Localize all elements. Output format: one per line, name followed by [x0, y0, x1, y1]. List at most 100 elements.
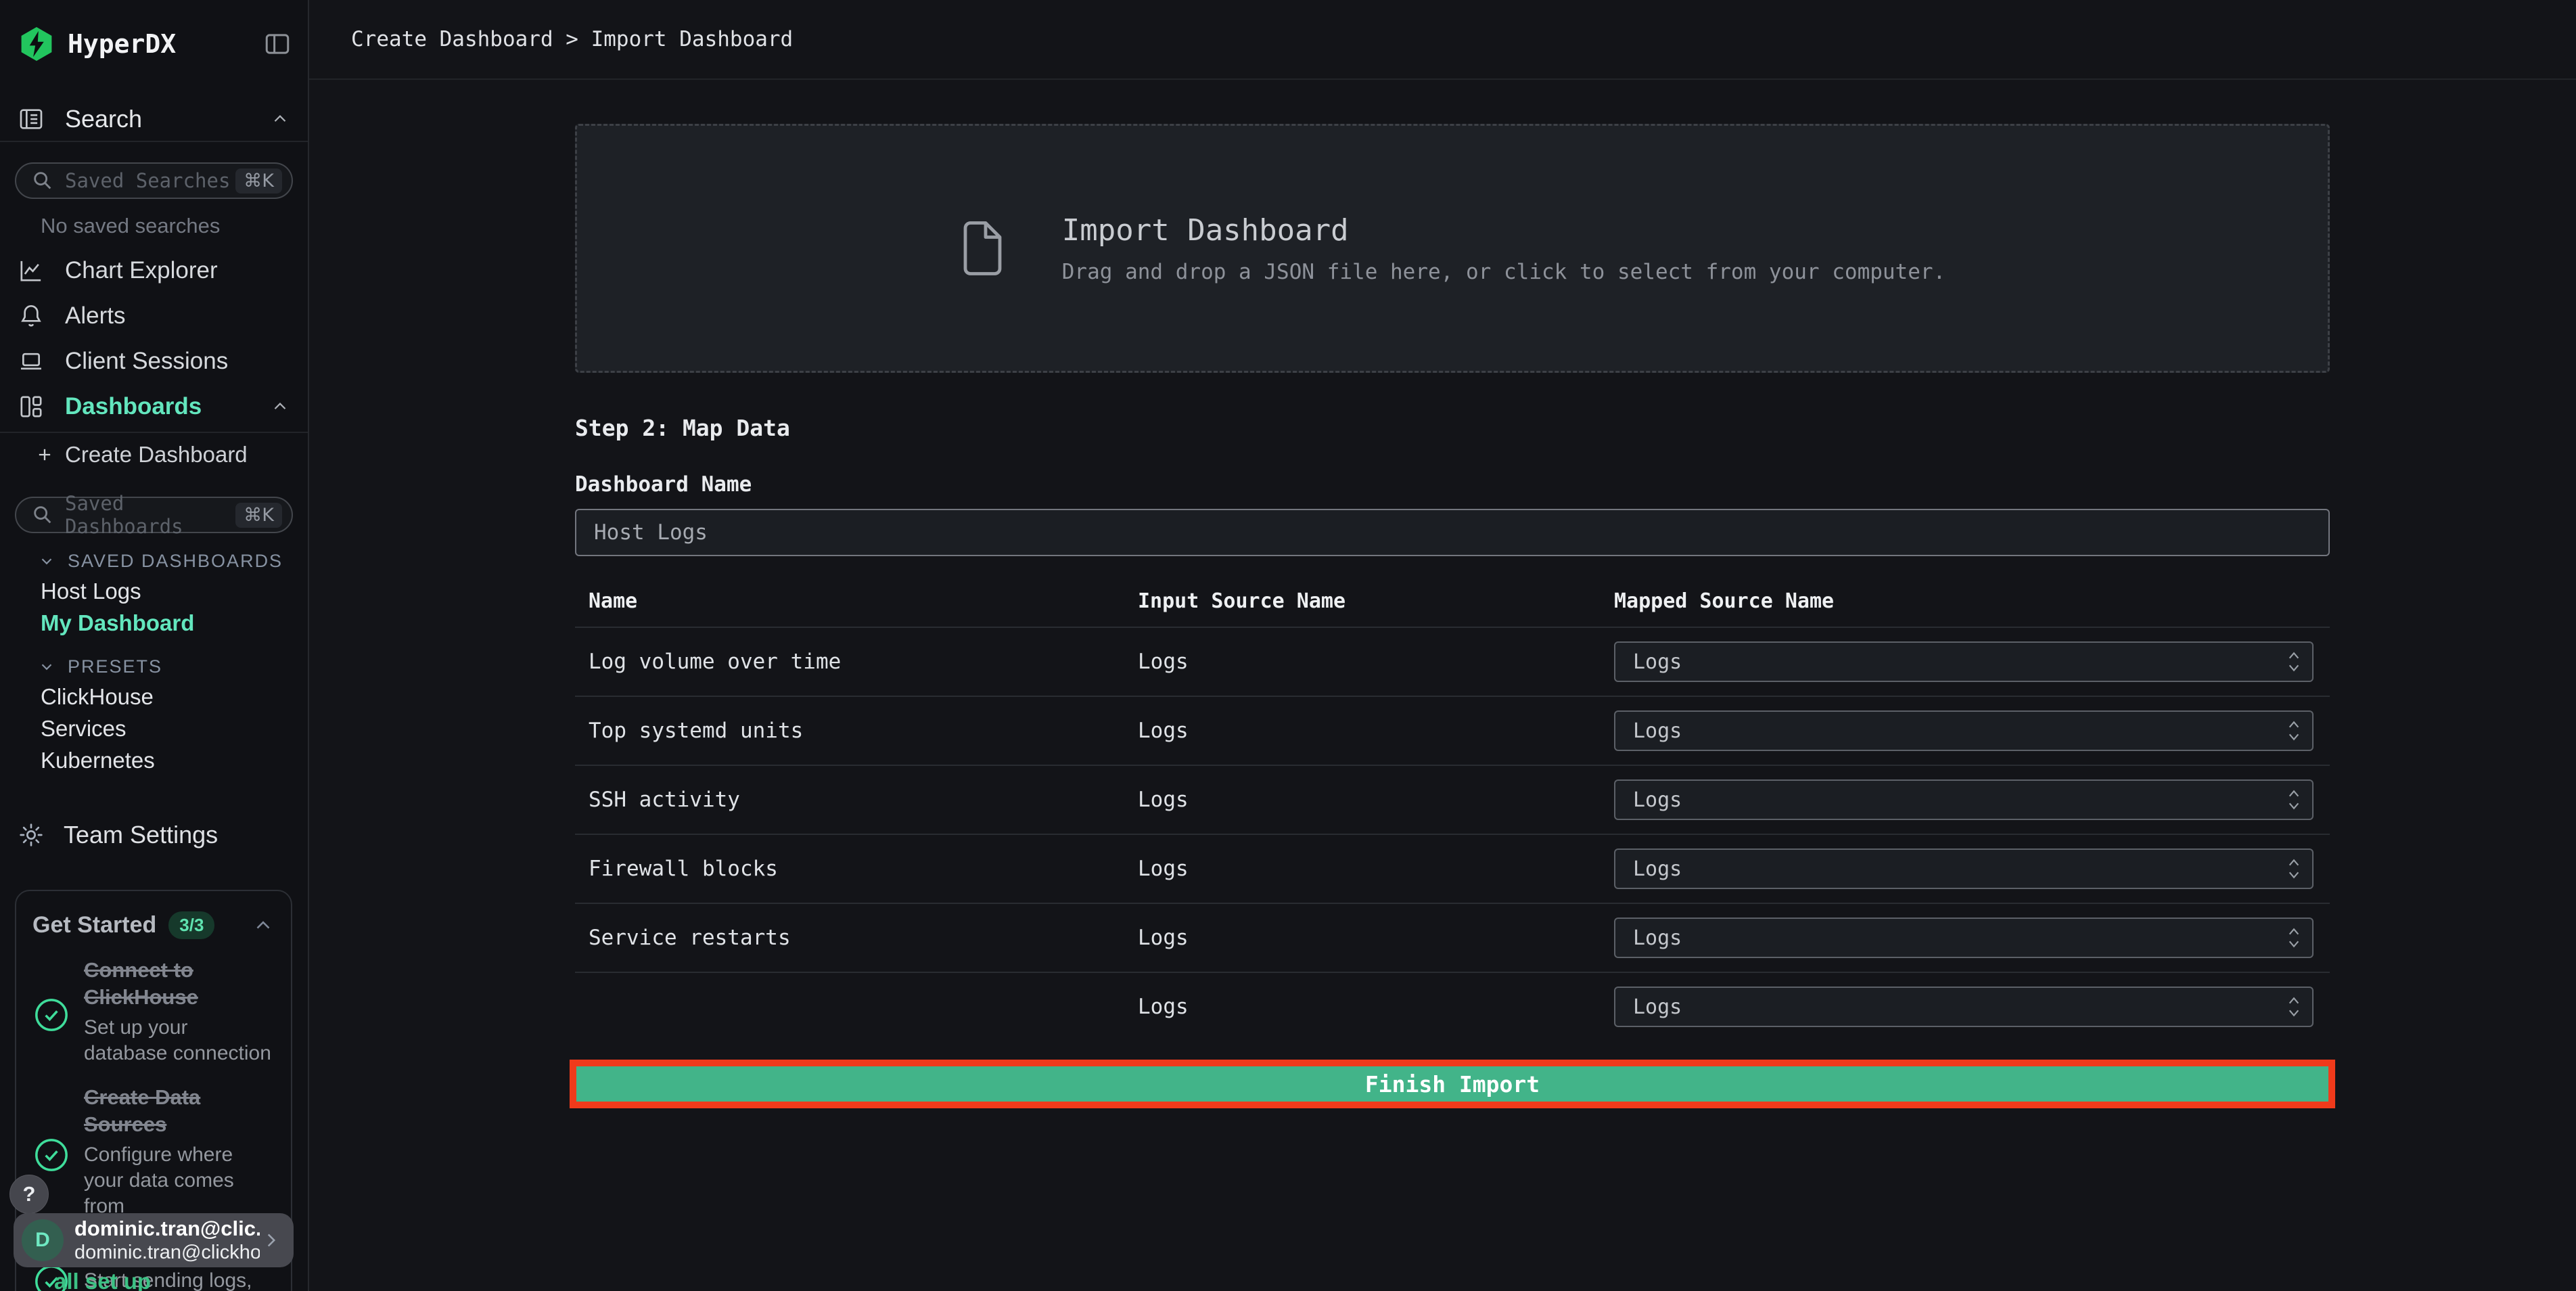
breadcrumb: Create Dashboard > Import Dashboard: [351, 27, 794, 51]
dashboard-link-host-logs[interactable]: Host Logs: [0, 575, 308, 607]
chart-explorer-icon: [18, 257, 45, 284]
finish-import-highlight: Finish Import: [570, 1060, 2335, 1108]
dashboard-name-label: Dashboard Name: [575, 472, 752, 497]
row-name: Top systemd units: [589, 719, 804, 743]
create-dashboard-button[interactable]: Create Dashboard: [0, 433, 308, 476]
table-row: Service restarts Logs Logs: [575, 903, 2330, 972]
dashboards-icon: [18, 393, 45, 420]
saved-dashboards-group-header[interactable]: SAVED DASHBOARDS: [38, 547, 308, 575]
search-section-header[interactable]: Search: [0, 97, 308, 142]
column-header-input: Input Source Name: [1138, 589, 1346, 613]
sidebar-item-client-sessions[interactable]: Client Sessions: [0, 338, 308, 384]
select-chevrons-icon: [2286, 857, 2301, 881]
sidebar-item-alerts[interactable]: Alerts: [0, 293, 308, 338]
table-row: Top systemd units Logs Logs: [575, 696, 2330, 765]
shortcut-badge: ⌘K: [235, 502, 282, 528]
row-name: SSH activity: [589, 788, 740, 812]
logo-row: HyperDX: [0, 0, 308, 65]
no-saved-searches-note: No saved searches: [41, 214, 221, 237]
select-value: Logs: [1633, 788, 1682, 812]
preset-link-clickhouse[interactable]: ClickHouse: [0, 681, 308, 712]
import-dropzone[interactable]: Import Dashboard Drag and drop a JSON fi…: [575, 124, 2330, 373]
saved-dashboards-input[interactable]: Saved Dashboards ⌘K: [15, 492, 293, 538]
select-chevrons-icon: [2286, 788, 2301, 812]
gear-icon: [18, 821, 45, 848]
chevron-up-icon[interactable]: [270, 109, 290, 129]
team-settings-button[interactable]: Team Settings: [0, 814, 308, 856]
select-chevrons-icon: [2286, 926, 2301, 950]
get-started-item-sources[interactable]: Create Data Sources Configure where your…: [32, 1084, 275, 1219]
get-started-item-desc: Configure where your data comes from: [84, 1143, 234, 1217]
laptop-icon: [18, 348, 45, 375]
select-value: Logs: [1633, 857, 1682, 881]
select-chevrons-icon: [2286, 719, 2301, 743]
saved-searches-placeholder: Saved Searches: [65, 169, 231, 192]
table-row: SSH activity Logs Logs: [575, 765, 2330, 834]
create-dashboard-label: Create Dashboard: [65, 442, 248, 467]
app-root: HyperDX Search Saved Searches ⌘K No save…: [0, 0, 2576, 1291]
search-section-label: Search: [65, 105, 143, 133]
sidebar: HyperDX Search Saved Searches ⌘K No save…: [0, 0, 309, 1291]
get-started-item-desc: Set up your database connection: [84, 1016, 271, 1064]
table-header-row: Name Input Source Name Mapped Source Nam…: [575, 575, 2330, 627]
sidebar-toggle-icon[interactable]: [263, 30, 292, 58]
row-input-source: Logs: [1138, 926, 1189, 950]
get-started-item-title: Connect to ClickHouse: [84, 958, 198, 1009]
team-settings-label: Team Settings: [64, 821, 218, 848]
chevron-up-icon[interactable]: [252, 914, 275, 937]
search-icon: [31, 503, 54, 526]
row-input-source: Logs: [1138, 719, 1189, 743]
get-started-title: Get Started: [32, 912, 157, 938]
mapped-source-select[interactable]: Logs: [1614, 987, 2314, 1027]
user-email: dominic.tran@clickho...: [74, 1242, 260, 1263]
preset-link-kubernetes[interactable]: Kubernetes: [0, 744, 308, 776]
chevron-down-icon: [38, 552, 55, 570]
get-started-header[interactable]: Get Started 3/3: [32, 911, 275, 939]
user-menu[interactable]: D dominic.tran@clic... dominic.tran@clic…: [14, 1213, 294, 1267]
group-label: SAVED DASHBOARDS: [68, 550, 283, 571]
select-value: Logs: [1633, 719, 1682, 743]
dashboard-name-input[interactable]: [575, 509, 2330, 556]
select-chevrons-icon: [2286, 995, 2301, 1019]
select-value: Logs: [1633, 926, 1682, 950]
step-heading: Step 2: Map Data: [575, 415, 790, 441]
check-circle-icon: [32, 964, 70, 1066]
help-button[interactable]: ?: [9, 1175, 49, 1214]
row-name: Firewall blocks: [589, 857, 778, 881]
dropzone-subtitle: Drag and drop a JSON file here, or click…: [1061, 259, 1946, 284]
dropzone-title: Import Dashboard: [1061, 212, 1349, 248]
preset-link-services[interactable]: Services: [0, 712, 308, 744]
file-icon: [959, 219, 1004, 278]
sidebar-item-dashboards[interactable]: Dashboards: [0, 384, 308, 429]
import-content: Import Dashboard Drag and drop a JSON fi…: [570, 124, 2335, 1108]
group-label: PRESETS: [68, 656, 163, 677]
sidebar-nav: Chart Explorer Alerts Client Sessions Da…: [0, 248, 308, 429]
row-input-source: Logs: [1138, 650, 1189, 674]
shortcut-badge: ⌘K: [235, 168, 282, 194]
table-row: Firewall blocks Logs Logs: [575, 834, 2330, 903]
main-area: Create Dashboard > Import Dashboard Impo…: [309, 0, 2576, 1291]
get-started-item-connect[interactable]: Connect to ClickHouse Set up your databa…: [32, 957, 275, 1066]
chevron-down-icon: [38, 658, 55, 675]
sidebar-item-label: Client Sessions: [65, 347, 229, 374]
select-value: Logs: [1633, 650, 1682, 674]
mapped-source-select[interactable]: Logs: [1614, 779, 2314, 820]
plus-icon: [35, 445, 54, 464]
dashboard-link-my-dashboard[interactable]: My Dashboard: [0, 607, 308, 639]
chevron-right-icon: [260, 1229, 283, 1252]
saved-searches-input[interactable]: Saved Searches ⌘K: [15, 162, 293, 199]
sidebar-item-label: Alerts: [65, 302, 126, 329]
chevron-up-icon[interactable]: [270, 397, 290, 417]
mapped-source-select[interactable]: Logs: [1614, 641, 2314, 682]
sidebar-item-label: Chart Explorer: [65, 256, 218, 284]
select-value: Logs: [1633, 995, 1682, 1019]
progress-badge: 3/3: [168, 911, 215, 939]
mapped-source-select[interactable]: Logs: [1614, 918, 2314, 958]
column-header-mapped: Mapped Source Name: [1614, 589, 1835, 613]
mapped-source-select[interactable]: Logs: [1614, 848, 2314, 889]
mapped-source-select[interactable]: Logs: [1614, 710, 2314, 751]
select-chevrons-icon: [2286, 650, 2301, 674]
sidebar-item-chart-explorer[interactable]: Chart Explorer: [0, 248, 308, 293]
presets-group-header[interactable]: PRESETS: [38, 652, 308, 681]
finish-import-button[interactable]: Finish Import: [576, 1066, 2328, 1102]
